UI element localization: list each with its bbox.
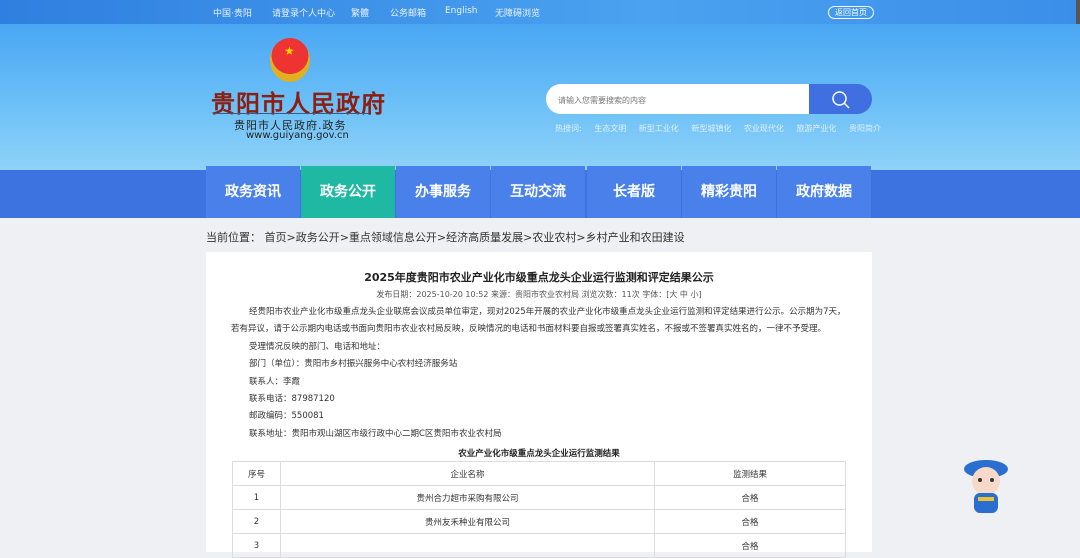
article-meta: 发布日期：2025-10-20 10:52 来源：贵阳市农业农村局 浏览次数：1… [376, 290, 702, 299]
cell: 2 [232, 509, 281, 534]
hot-link[interactable]: 旅游产业化 [796, 124, 836, 133]
cell: 合格 [654, 533, 846, 558]
hot-link[interactable]: 新型城镇化 [691, 124, 731, 133]
table-header-row: 序号 企业名称 监测结果 [232, 461, 846, 486]
link-traditional[interactable]: 繁體 [351, 6, 369, 19]
nav-item-news[interactable]: 政务资讯 [206, 166, 300, 218]
link-region[interactable]: 中国·贵阳 [213, 6, 252, 19]
cell: 贵州合力超市采购有限公司 [280, 485, 655, 510]
nav-item-open-government[interactable]: 政务公开 [301, 166, 395, 218]
cell: 合格 [654, 509, 846, 534]
article-paragraph: 受理情况反映的部门、电话和地址： [249, 342, 386, 352]
table-title: 农业产业化市级重点龙头企业运行监测结果 [458, 449, 620, 459]
search-input[interactable]: 请输入您需要搜索的内容 [546, 84, 810, 114]
table-row: 2 贵州友禾种业有限公司 合格 [232, 509, 846, 534]
cell: 1 [232, 485, 281, 510]
home-button[interactable]: 返回首页 [828, 6, 874, 19]
hot-link[interactable]: 新型工业化 [639, 124, 679, 133]
cell: 3 [232, 533, 281, 558]
hot-link[interactable]: 生态文明 [594, 124, 626, 133]
cell [280, 533, 655, 558]
hot-searches: 热搜词: 生态文明 新型工业化 新型城镇化 农业现代化 旅游产业化 贵阳简介 [555, 123, 891, 134]
nav-item-services[interactable]: 办事服务 [396, 166, 490, 218]
cell: 贵州友禾种业有限公司 [280, 509, 655, 534]
article-paragraph: 邮政编码：550081 [249, 411, 324, 421]
link-english[interactable]: English [445, 6, 478, 16]
nav-item-data[interactable]: 政府数据 [777, 166, 871, 218]
site-url: www.guiyang.gov.cn [246, 130, 349, 141]
article-paragraph: 部门（单位）：贵阳市乡村振兴服务中心农村经济服务站 [249, 359, 458, 369]
national-emblem-icon: ★ [270, 38, 310, 82]
logo-divider [213, 113, 369, 114]
main-nav: 政务资讯 政务公开 办事服务 互动交流 长者版 精彩贵阳 政府数据 [0, 166, 1080, 218]
nav-item-guiyang[interactable]: 精彩贵阳 [682, 166, 776, 218]
hot-link[interactable]: 农业现代化 [744, 124, 784, 133]
hot-label: 热搜词: [555, 124, 582, 133]
mascot-assistant-icon[interactable] [958, 455, 1014, 517]
results-table: 序号 企业名称 监测结果 1 贵州合力超市采购有限公司 合格 2 贵州友禾种业有… [232, 461, 846, 558]
article-paragraph: 联系地址：贵阳市观山湖区市级行政中心二期C区贵阳市农业农村局 [249, 429, 502, 439]
article-card: 2025年度贵阳市农业产业化市级重点龙头企业运行监测和评定结果公示 发布日期：2… [206, 252, 872, 558]
article-paragraph: 联系电话：87987120 [249, 394, 335, 404]
link-accessibility[interactable]: 无障碍浏览 [495, 6, 540, 19]
header-cell: 监测结果 [654, 461, 846, 486]
header-cell: 序号 [232, 461, 281, 486]
nav-item-elderly[interactable]: 长者版 [587, 166, 681, 218]
header-banner [0, 24, 1080, 170]
table-row: 1 贵州合力超市采购有限公司 合格 [232, 485, 846, 510]
search-icon [832, 91, 850, 109]
hot-link[interactable]: 贵阳简介 [849, 124, 881, 133]
search-button[interactable] [809, 84, 872, 114]
link-login[interactable]: 请登录个人中心 [272, 6, 335, 19]
top-bar: 中国·贵阳 请登录个人中心 繁體 公务邮箱 English 无障碍浏览 返回首页 [0, 0, 1080, 24]
article-paragraph: 联系人：李霞 [249, 377, 301, 387]
table-row: 3 合格 [232, 533, 846, 558]
link-mail[interactable]: 公务邮箱 [390, 6, 426, 19]
cell: 合格 [654, 485, 846, 510]
nav-item-interaction[interactable]: 互动交流 [491, 166, 585, 218]
breadcrumb[interactable]: 当前位置： 首页>政务公开>重点领域信息公开>经济高质量发展>农业农村>乡村产业… [206, 229, 685, 245]
article-title: 2025年度贵阳市农业产业化市级重点龙头企业运行监测和评定结果公示 [364, 271, 714, 284]
header-cell: 企业名称 [280, 461, 655, 486]
article-paragraph: 经贵阳市农业产业化市级重点龙头企业联席会议成员单位审定，现对2025年开展的农业… [231, 307, 846, 334]
